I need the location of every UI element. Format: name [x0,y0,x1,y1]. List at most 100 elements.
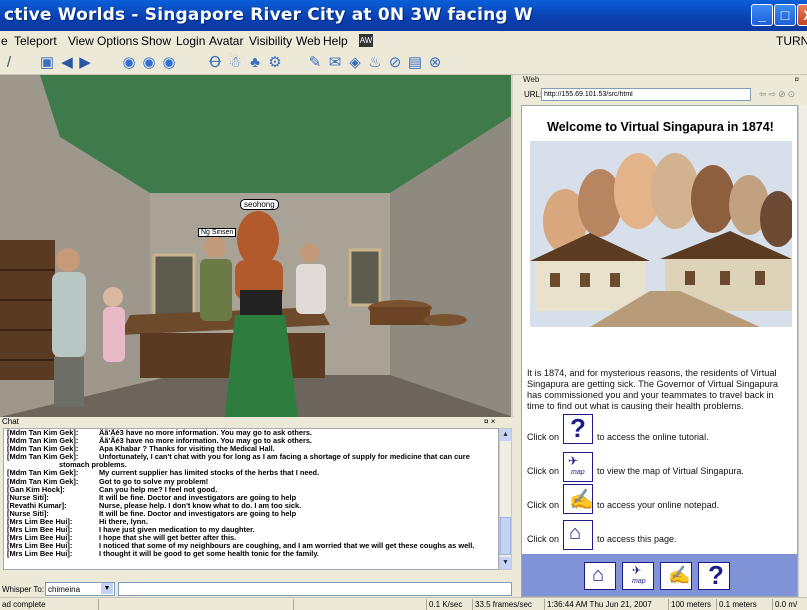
maximize-button[interactable]: □ [774,4,796,26]
url-label: URL: [524,90,543,99]
chat-header-label: Chat [2,417,19,426]
circle-left-icon[interactable]: ◉ [120,54,138,72]
web-header: Web ¤ [521,75,807,87]
whisper-row: Whisper To: chimeina ▼ [0,581,513,597]
web-content: Welcome to Virtual Singapura in 1874! It… [521,105,798,597]
status-fps: 33.5 frames/sec [472,599,532,610]
link-suffix: to view the map of Virtual Singapura. [597,466,744,476]
left-icon[interactable]: ◀ [58,54,76,72]
nav-map-icon[interactable]: ✈ map [622,562,654,590]
intro-text: It is 1874, and for mysterious reasons, … [527,368,778,411]
welcome-heading: Welcome to Virtual Singapura in 1874! [547,120,774,134]
menu-avatar[interactable]: Avatar [209,34,243,48]
map-icon[interactable]: ✈ map [563,452,593,482]
chat-message: Unfortunately, I can't chat with you for… [99,452,470,462]
paint-icon[interactable]: ✎ [306,54,324,72]
chat-icon[interactable]: ♨ [366,54,384,72]
menu-show[interactable]: Show [141,34,171,48]
settings-icon[interactable]: ⚙ [266,54,284,72]
link-prefix: Click on [527,466,560,476]
photo-icon[interactable]: ▤ [406,54,424,72]
web-nav-strip: ⌂ ✈ map ✍ ? [522,554,797,596]
link-suffix: to access your online notepad. [597,500,720,510]
menu-view[interactable]: View [68,34,94,48]
chevron-down-icon[interactable]: ▼ [101,583,113,594]
menu-bar: e Teleport View Options Show Login Avata… [0,31,807,51]
status-time: 1:36:44 AM Thu Jun 21, 2007 [544,599,652,610]
circle-right-icon[interactable]: ◉ [160,54,178,72]
exit-icon[interactable]: ⊗ [426,54,444,72]
status-distance-2: 0.1 meters [716,599,757,610]
chat-input[interactable] [118,582,512,596]
nav-help-icon[interactable]: ? [698,560,730,590]
chat-header: Chat ¤ × [0,417,513,428]
title-bar: ctive Worlds - Singapore River City at 0… [0,0,807,31]
camera-icon[interactable]: ⊘ [386,54,404,72]
back-icon[interactable]: / [0,54,18,72]
circle-center-icon[interactable]: ◉ [140,54,158,72]
scroll-down-icon[interactable]: ▼ [500,557,511,569]
avatar-icon[interactable]: ☃ [226,54,244,72]
chat-scrollbar[interactable]: ▲ ▼ [499,428,512,570]
status-empty-1 [98,599,293,610]
chat-log[interactable]: [Mdm Tan Kim Gek]: Ãã'Ãé3 have no more in… [3,428,499,570]
menu-options[interactable]: Options [97,34,138,48]
status-speed: 0.0 m/ [772,599,797,610]
pin-icon[interactable]: ¤ [795,75,799,84]
menu-login[interactable]: Login [176,34,205,48]
close-button[interactable]: X [797,4,807,26]
3d-scene [0,75,511,417]
nav-home-icon[interactable]: ⌂ [584,562,616,590]
chat-line: [Mrs Lim Bee Hui]: I thought it will be g… [7,550,495,558]
hero-image [530,141,792,327]
notepad-icon[interactable]: ✍ [563,484,594,514]
gesture-icon[interactable]: Ꝋ [206,54,224,72]
map-icon-label: map [571,469,585,476]
menu-visibility[interactable]: Visibility [249,34,292,48]
npc-name-tag: Ng Sinsen [198,228,237,237]
right-window [348,248,382,307]
chat-line: [Nurse Siti]: It will be fine. Doctor and… [7,509,495,518]
scroll-thumb[interactable] [500,517,511,555]
people-icon[interactable]: ♣ [246,54,264,72]
scroll-up-icon[interactable]: ▲ [500,429,511,441]
status-empty-2 [293,599,426,610]
web-scrollbar[interactable] [798,105,807,597]
diamond-icon[interactable]: ◈ [346,54,364,72]
link-suffix: to access the online tutorial. [597,432,709,442]
3d-viewport[interactable]: seohong Ng Sinsen [0,75,513,417]
menu-help[interactable]: Help [323,34,348,48]
link-prefix: Click on [527,500,560,510]
right-icon[interactable]: ▶ [76,54,94,72]
whisper-label: Whisper To: [2,585,45,594]
menu-teleport[interactable]: Teleport [14,34,57,48]
home-icon[interactable]: ⌂ [563,520,593,550]
chat-speaker: [Mrs Lim Bee Hui]: [7,549,73,559]
chat-line: [Mdm Tan Kim Gek]: Got to go to solve my … [7,477,495,486]
link-prefix: Click on [527,534,560,544]
link-suffix: to access this page. [597,534,677,544]
nav-notepad-icon[interactable]: ✍ [660,562,692,590]
chat-line: [Mrs Lim Bee Hui]: I have just given medi… [7,526,495,534]
window-title: ctive Worlds - Singapore River City at 0… [4,5,533,25]
url-bar: URL: ⇦⇨⊘⊙ [521,87,807,103]
forward-icon[interactable]: ▣ [38,54,56,72]
minimize-button[interactable]: _ [751,4,773,26]
panel-splitter[interactable] [513,75,521,610]
chat-line: [Mdm Tan Kim Gek]: My current supplier ha… [7,469,495,477]
toolbar: / ▣ ◀ ▶ ◉ ◉ ◉ Ꝋ ☃ ♣ ⚙ ✎ ✉ ◈ ♨ ⊘ ▤ ⊗ [0,51,807,75]
help-icon[interactable]: ? [563,413,593,444]
menu-web[interactable]: Web [296,34,320,48]
child-figure [103,287,125,362]
nav-map-label: map [632,578,646,585]
whisper-value: chimeina [48,585,81,594]
avatar-name-tag: seohong [240,199,279,210]
bookmark-icon[interactable]: ✉ [326,54,344,72]
browser-nav-icons[interactable]: ⇦⇨⊘⊙ [759,89,797,100]
aw-logo-icon[interactable]: AW [359,34,373,47]
web-panel: Web ¤ URL: ⇦⇨⊘⊙ Welcome to Virtual Singa… [521,75,807,597]
turn-label[interactable]: TURN [776,34,807,48]
url-input[interactable] [541,88,751,101]
chat-pin-icon[interactable]: ¤ × [484,417,495,426]
menu-fragment[interactable]: e [1,34,8,48]
